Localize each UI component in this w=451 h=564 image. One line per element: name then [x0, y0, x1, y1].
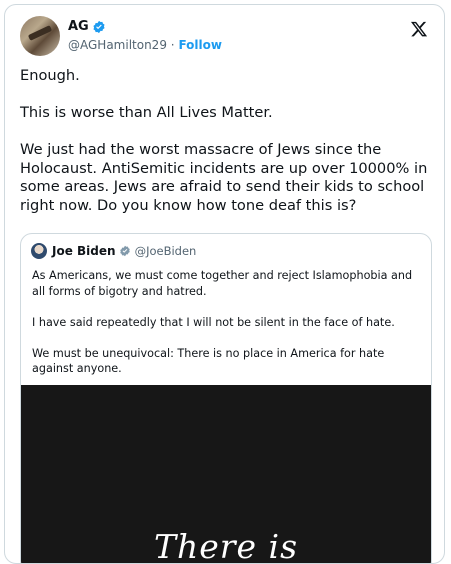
quoted-author-avatar	[31, 243, 47, 259]
quoted-tweet-image[interactable]: There is	[21, 385, 431, 564]
tweet-body: Enough. This is worse than All Lives Mat…	[20, 67, 430, 234]
author-avatar[interactable]	[20, 16, 60, 56]
quoted-tweet-body: As Americans, we must come together and …	[32, 268, 424, 392]
author-info: AG @AGHamilton29 · Follow	[68, 18, 222, 52]
verified-badge-icon	[93, 20, 105, 33]
quoted-author-display-name: Joe Biden	[52, 244, 116, 258]
tweet-paragraph: Enough.	[20, 67, 80, 84]
quoted-tweet-header: Joe Biden @JoeBiden	[31, 243, 196, 259]
handle-separator: ·	[170, 38, 175, 52]
quoted-tweet-image-text: There is	[153, 527, 299, 564]
quoted-tweet-paragraph: As Americans, we must come together and …	[32, 269, 413, 298]
quoted-tweet[interactable]: Joe Biden @JoeBiden As Americans, we mus…	[20, 233, 432, 564]
quoted-tweet-paragraph: We must be unequivocal: There is no plac…	[32, 346, 385, 376]
tweet-paragraph: This is worse than All Lives Matter.	[20, 104, 273, 121]
tweet-header: AG @AGHamilton29 · Follow	[20, 16, 432, 62]
author-handle[interactable]: @AGHamilton29	[68, 38, 167, 52]
author-display-name[interactable]: AG	[68, 19, 89, 34]
author-handle-row: @AGHamilton29 · Follow	[68, 38, 222, 52]
quoted-tweet-paragraph: I have said repeatedly that I will not b…	[32, 315, 395, 329]
x-logo-icon[interactable]	[410, 20, 428, 38]
tweet-card: AG @AGHamilton29 · Follow Enough. This i…	[4, 4, 445, 564]
verified-badge-icon	[119, 245, 130, 257]
tweet-paragraph: We just had the worst massacre of Jews s…	[20, 141, 428, 214]
follow-button[interactable]: Follow	[178, 38, 222, 52]
quoted-author-handle: @JoeBiden	[134, 244, 197, 258]
